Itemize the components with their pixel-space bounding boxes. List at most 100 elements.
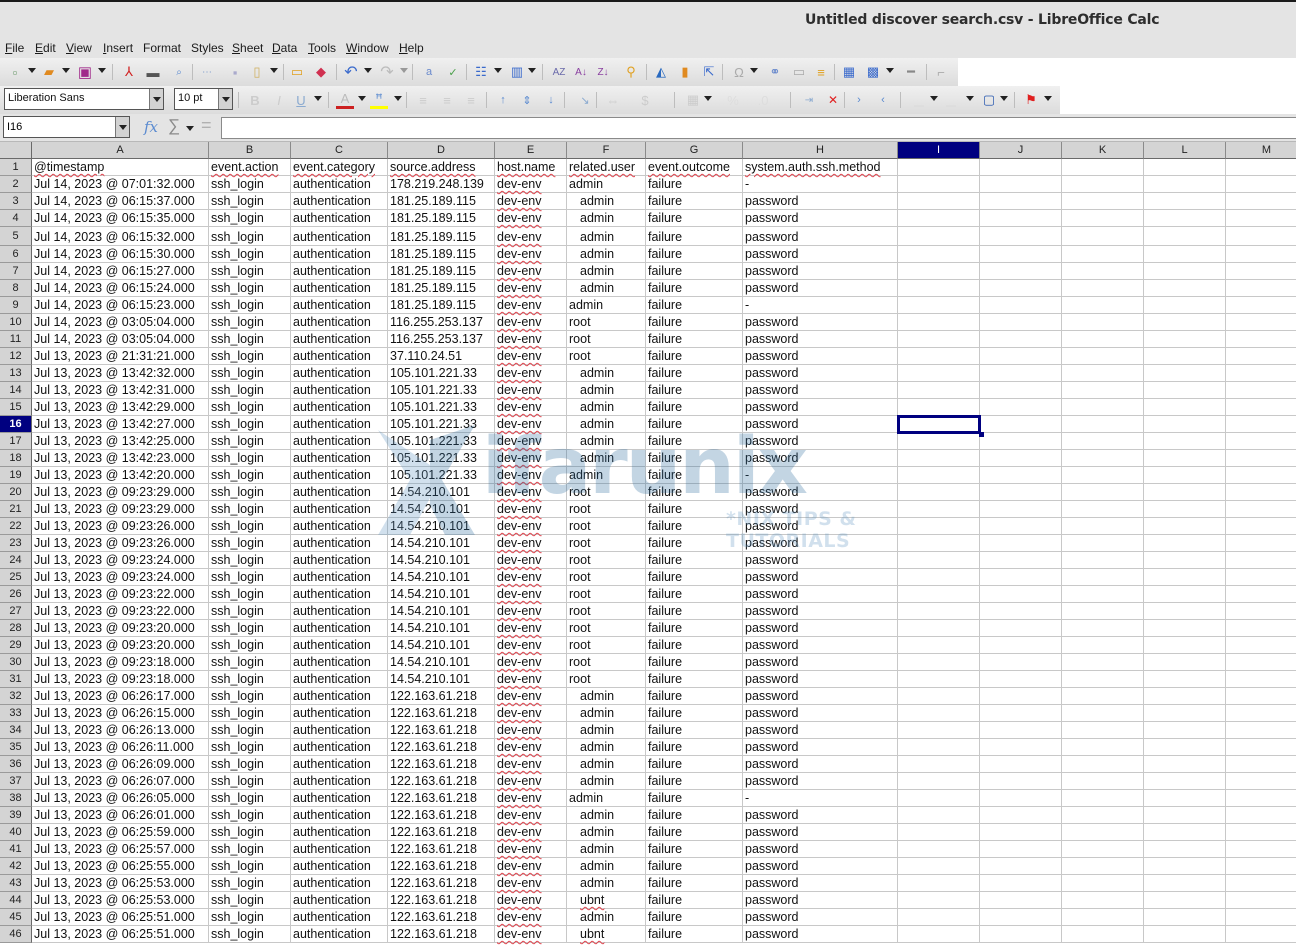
header-cell[interactable]: event.action bbox=[209, 159, 291, 176]
table-cell[interactable] bbox=[1144, 603, 1226, 620]
table-cell[interactable]: authentication bbox=[291, 603, 388, 620]
table-cell[interactable] bbox=[898, 892, 980, 909]
insert-chart-icon[interactable]: ▮ bbox=[676, 63, 694, 81]
table-cell[interactable]: Jul 13, 2023 @ 06:25:53.000 bbox=[32, 892, 209, 909]
conditional-format-dropdown-arrow[interactable] bbox=[1044, 96, 1052, 101]
table-cell[interactable] bbox=[980, 450, 1062, 467]
table-cell[interactable]: password bbox=[743, 909, 898, 926]
table-cell[interactable] bbox=[1144, 892, 1226, 909]
table-cell[interactable]: dev-env bbox=[495, 348, 567, 365]
table-cell[interactable]: root bbox=[567, 569, 646, 586]
table-cell[interactable]: failure bbox=[646, 705, 743, 722]
table-cell[interactable]: ssh_login bbox=[209, 176, 291, 193]
add-decimal-icon[interactable]: .0 bbox=[754, 91, 772, 109]
align-right-icon[interactable]: ≡ bbox=[462, 91, 480, 109]
table-cell[interactable]: dev-env bbox=[495, 654, 567, 671]
table-cell[interactable]: failure bbox=[646, 688, 743, 705]
row-header-16[interactable]: 16 bbox=[0, 416, 32, 433]
header-cell[interactable] bbox=[980, 159, 1062, 176]
align-top-icon[interactable]: ↑ bbox=[494, 91, 512, 109]
table-cell[interactable]: authentication bbox=[291, 552, 388, 569]
pivot-table-icon[interactable]: ⇱ bbox=[700, 63, 718, 81]
table-cell[interactable] bbox=[1144, 433, 1226, 450]
number-format-icon[interactable]: ▦ bbox=[684, 91, 702, 109]
column-header-j[interactable]: J bbox=[980, 142, 1062, 159]
table-cell[interactable]: 105.101.221.33 bbox=[388, 467, 495, 484]
table-cell[interactable]: dev-env bbox=[495, 518, 567, 535]
row-header-36[interactable]: 36 bbox=[0, 756, 32, 773]
table-cell[interactable]: password bbox=[743, 484, 898, 501]
table-cell[interactable] bbox=[898, 365, 980, 382]
table-cell[interactable]: Jul 13, 2023 @ 13:42:29.000 bbox=[32, 399, 209, 416]
special-character-dropdown-arrow[interactable] bbox=[750, 68, 758, 73]
table-cell[interactable] bbox=[898, 348, 980, 365]
table-cell[interactable] bbox=[1144, 416, 1226, 433]
table-cell[interactable]: dev-env bbox=[495, 365, 567, 382]
table-cell[interactable]: 14.54.210.101 bbox=[388, 518, 495, 535]
table-cell[interactable]: Jul 13, 2023 @ 09:23:24.000 bbox=[32, 569, 209, 586]
table-cell[interactable]: Jul 14, 2023 @ 03:05:04.000 bbox=[32, 331, 209, 348]
table-cell[interactable] bbox=[1144, 671, 1226, 688]
row-icon[interactable]: ☷ bbox=[472, 63, 490, 81]
row-header-35[interactable]: 35 bbox=[0, 739, 32, 756]
column-header-g[interactable]: G bbox=[646, 142, 743, 159]
row-header-12[interactable]: 12 bbox=[0, 348, 32, 365]
table-cell[interactable]: password bbox=[743, 739, 898, 756]
table-cell[interactable]: dev-env bbox=[495, 671, 567, 688]
table-cell[interactable] bbox=[1226, 875, 1296, 892]
row-header-45[interactable]: 45 bbox=[0, 909, 32, 926]
table-cell[interactable]: ssh_login bbox=[209, 518, 291, 535]
table-cell[interactable]: password bbox=[743, 210, 898, 227]
table-cell[interactable]: Jul 13, 2023 @ 09:23:20.000 bbox=[32, 620, 209, 637]
row-header-10[interactable]: 10 bbox=[0, 314, 32, 331]
table-cell[interactable]: dev-env bbox=[495, 227, 567, 246]
menu-file[interactable]: File bbox=[5, 41, 24, 55]
row-header-30[interactable]: 30 bbox=[0, 654, 32, 671]
table-cell[interactable]: password bbox=[743, 926, 898, 943]
table-cell[interactable] bbox=[898, 210, 980, 227]
table-cell[interactable] bbox=[980, 348, 1062, 365]
table-cell[interactable]: failure bbox=[646, 875, 743, 892]
table-cell[interactable] bbox=[898, 722, 980, 739]
currency-format-icon[interactable]: $ bbox=[636, 91, 654, 109]
table-cell[interactable]: Jul 14, 2023 @ 06:15:24.000 bbox=[32, 280, 209, 297]
menu-sheet[interactable]: Sheet bbox=[232, 41, 263, 55]
table-cell[interactable]: 14.54.210.101 bbox=[388, 603, 495, 620]
table-cell[interactable] bbox=[1144, 875, 1226, 892]
table-cell[interactable]: Jul 13, 2023 @ 09:23:22.000 bbox=[32, 603, 209, 620]
table-cell[interactable] bbox=[1144, 637, 1226, 654]
align-bottom-icon[interactable]: ↓ bbox=[542, 91, 560, 109]
table-cell[interactable] bbox=[980, 790, 1062, 807]
menu-window[interactable]: Window bbox=[346, 41, 389, 55]
table-cell[interactable]: dev-env bbox=[495, 773, 567, 790]
table-cell[interactable] bbox=[1226, 620, 1296, 637]
table-cell[interactable]: authentication bbox=[291, 756, 388, 773]
column-header-m[interactable]: M bbox=[1226, 142, 1296, 159]
table-cell[interactable] bbox=[1144, 739, 1226, 756]
table-cell[interactable]: 14.54.210.101 bbox=[388, 637, 495, 654]
table-cell[interactable] bbox=[898, 535, 980, 552]
table-cell[interactable] bbox=[1226, 722, 1296, 739]
table-cell[interactable] bbox=[980, 535, 1062, 552]
table-cell[interactable]: 37.110.24.51 bbox=[388, 348, 495, 365]
table-cell[interactable]: password bbox=[743, 246, 898, 263]
define-print-area-icon[interactable]: ▦ bbox=[840, 63, 858, 81]
table-cell[interactable] bbox=[1062, 450, 1144, 467]
table-cell[interactable] bbox=[980, 467, 1062, 484]
table-cell[interactable]: ssh_login bbox=[209, 399, 291, 416]
table-cell[interactable]: ssh_login bbox=[209, 450, 291, 467]
table-cell[interactable] bbox=[1062, 518, 1144, 535]
table-cell[interactable]: password bbox=[743, 671, 898, 688]
table-cell[interactable]: admin bbox=[567, 705, 646, 722]
table-cell[interactable] bbox=[980, 722, 1062, 739]
row-header-44[interactable]: 44 bbox=[0, 892, 32, 909]
table-cell[interactable] bbox=[898, 501, 980, 518]
table-cell[interactable] bbox=[1062, 620, 1144, 637]
row-header-39[interactable]: 39 bbox=[0, 807, 32, 824]
active-cell-cursor[interactable] bbox=[897, 415, 984, 437]
table-cell[interactable] bbox=[1144, 552, 1226, 569]
table-cell[interactable]: Jul 13, 2023 @ 06:25:59.000 bbox=[32, 824, 209, 841]
table-cell[interactable] bbox=[980, 620, 1062, 637]
table-cell[interactable]: ssh_login bbox=[209, 654, 291, 671]
table-cell[interactable] bbox=[1062, 365, 1144, 382]
